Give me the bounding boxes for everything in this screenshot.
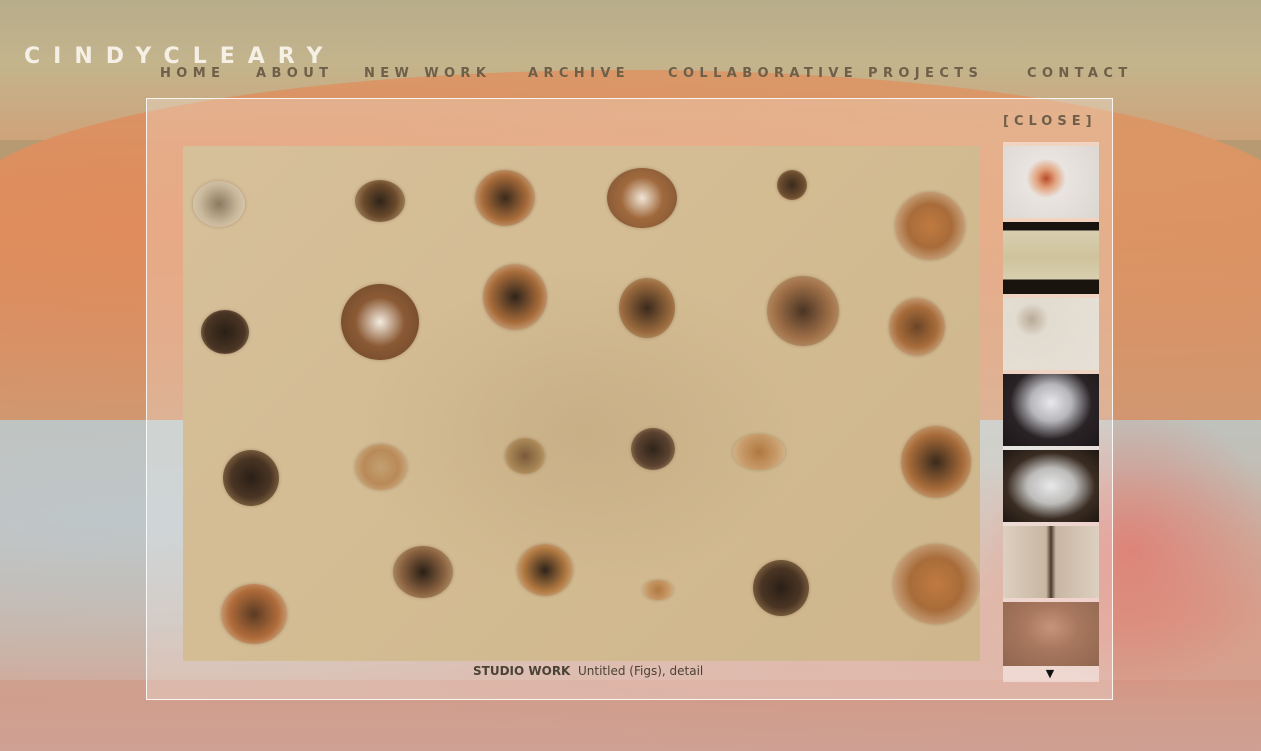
thumbnail-item[interactable]: [1003, 374, 1099, 446]
thumbnail-item[interactable]: [1003, 602, 1099, 666]
caption-title: Untitled (Figs), detail: [578, 664, 704, 678]
thumbnail-item[interactable]: [1003, 298, 1099, 370]
thumbnail-item[interactable]: [1003, 222, 1099, 294]
nav-item-contact[interactable]: CONTACT: [1027, 66, 1133, 81]
main-nav: HOME ABOUT NEW WORK ARCHIVE COLLABORATIV…: [0, 66, 1261, 86]
artwork-image: [183, 146, 980, 661]
nav-item-collaborative-projects[interactable]: COLLABORATIVE PROJECTS: [668, 66, 983, 81]
caption-category: STUDIO WORK: [473, 664, 571, 678]
nav-item-new-work[interactable]: NEW WORK: [364, 66, 491, 81]
nav-item-about[interactable]: ABOUT: [256, 66, 333, 81]
triangle-down-icon[interactable]: ▼: [1043, 668, 1057, 680]
nav-item-archive[interactable]: ARCHIVE: [528, 66, 630, 81]
thumbnail-item[interactable]: [1003, 450, 1099, 522]
thumbnail-strip[interactable]: [1003, 142, 1099, 682]
close-button[interactable]: [CLOSE]: [1003, 114, 1097, 129]
thumbnail-item[interactable]: [1003, 526, 1099, 598]
nav-item-home[interactable]: HOME: [160, 66, 225, 81]
thumbnail-item[interactable]: [1003, 146, 1099, 218]
